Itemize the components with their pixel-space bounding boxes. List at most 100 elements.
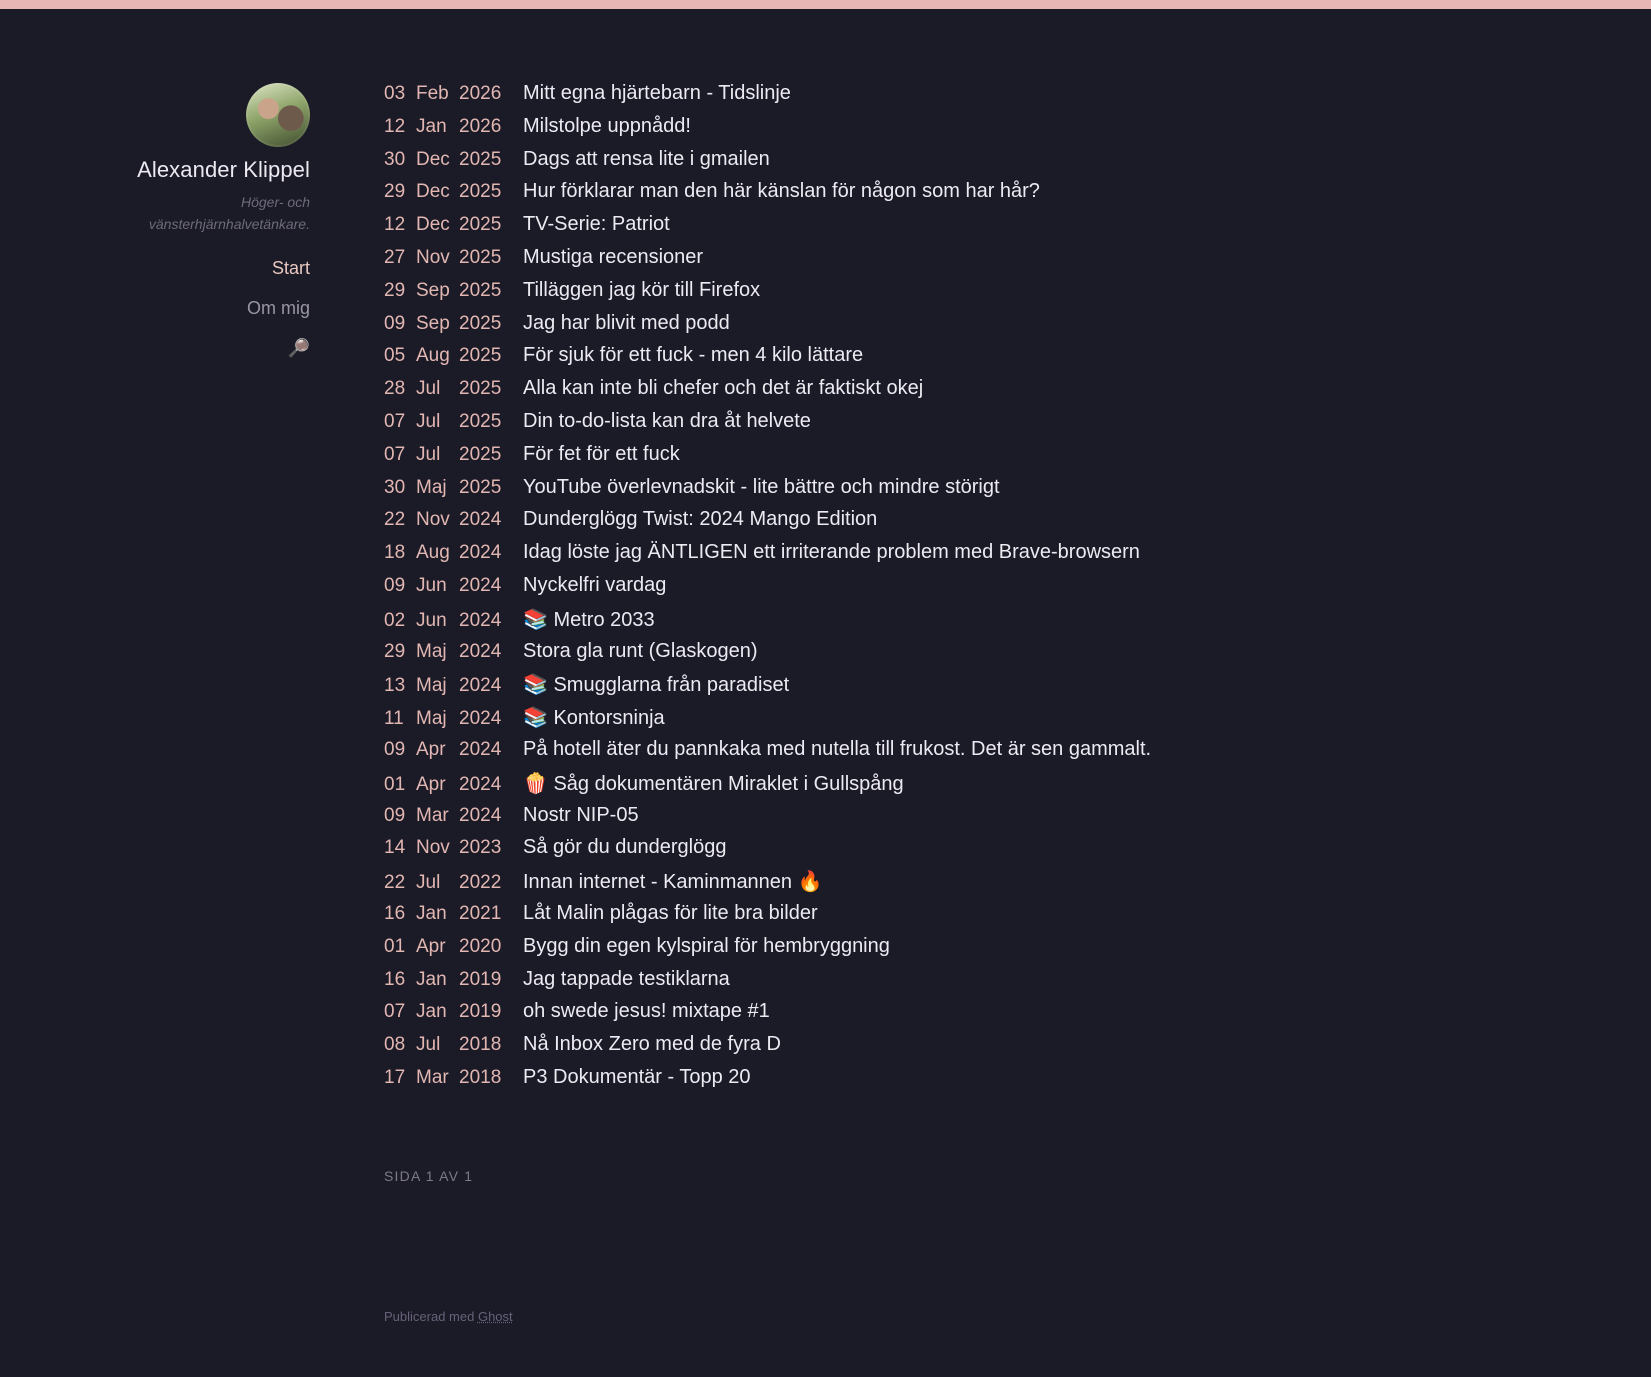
post-title-link[interactable]: För sjuk för ett fuck - men 4 kilo lätta… bbox=[523, 344, 863, 367]
post-title-link[interactable]: 📚 Metro 2033 bbox=[523, 607, 655, 632]
post-title-link[interactable]: Nå Inbox Zero med de fyra D bbox=[523, 1033, 781, 1056]
post-row[interactable]: 28 Jul 2025 Alla kan inte bli chefer och de… bbox=[384, 377, 1584, 410]
post-title-link[interactable]: YouTube överlevnadskit - lite bättre och… bbox=[523, 476, 1000, 499]
post-row[interactable]: 16 Jan 2021 Låt Malin plågas för lite bra b… bbox=[384, 902, 1584, 935]
post-date-month: Feb bbox=[416, 83, 449, 104]
post-title-link[interactable]: Dags att rensa lite i gmailen bbox=[523, 148, 770, 171]
post-row[interactable]: 29 Sep 2025 Tilläggen jag kör till Firefox bbox=[384, 279, 1584, 312]
post-date-year: 2018 bbox=[459, 1066, 502, 1088]
post-title-link[interactable]: Nyckelfri vardag bbox=[523, 574, 666, 597]
post-date-day: 12 bbox=[384, 214, 406, 236]
search-icon[interactable]: 🔎 bbox=[288, 337, 310, 359]
post-row[interactable]: 05 Aug 2025 För sjuk för ett fuck - men 4 k… bbox=[384, 344, 1584, 377]
footer-prefix: Publicerad med bbox=[384, 1309, 478, 1324]
post-row[interactable]: 12 Jan 2026 Milstolpe uppnådd! bbox=[384, 115, 1584, 148]
post-row[interactable]: 08 Jul 2018 Nå Inbox Zero med de fyra D bbox=[384, 1033, 1584, 1066]
post-row[interactable]: 01 Apr 2024 🍿 Såg dokumentären Miraklet i G… bbox=[384, 771, 1584, 804]
post-date-day: 05 bbox=[384, 345, 406, 367]
post-row[interactable]: 12 Dec 2025 TV-Serie: Patriot bbox=[384, 213, 1584, 246]
post-date-day: 27 bbox=[384, 246, 406, 268]
post-date-year: 2024 bbox=[459, 542, 502, 564]
post-date-year: 2019 bbox=[459, 1001, 502, 1023]
post-title-link[interactable]: Mitt egna hjärtebarn - Tidslinje bbox=[523, 82, 791, 105]
post-date-day: 22 bbox=[384, 872, 406, 894]
post-title-link[interactable]: Alla kan inte bli chefer och det är fakt… bbox=[523, 377, 923, 400]
post-row[interactable]: 09 Jun 2024 Nyckelfri vardag bbox=[384, 574, 1584, 607]
post-date-year: 2026 bbox=[459, 83, 502, 104]
post-date-day: 16 bbox=[384, 968, 406, 990]
post-title-link[interactable]: Så gör du dunderglögg bbox=[523, 836, 727, 859]
post-date-year: 2024 bbox=[459, 640, 502, 662]
post-date-year: 2025 bbox=[459, 246, 502, 268]
post-row[interactable]: 16 Jan 2019 Jag tappade testiklarna bbox=[384, 968, 1584, 1001]
post-date-year: 2024 bbox=[459, 804, 502, 826]
post-row[interactable]: 30 Maj 2025 YouTube överlevnadskit - lite b… bbox=[384, 476, 1584, 509]
post-row[interactable]: 09 Apr 2024 På hotell äter du pannkaka med … bbox=[384, 738, 1584, 771]
post-title-link[interactable]: Stora gla runt (Glaskogen) bbox=[523, 640, 758, 663]
post-title-link[interactable]: 📚 Kontorsninja bbox=[523, 705, 665, 730]
post-row[interactable]: 11 Maj 2024 📚 Kontorsninja bbox=[384, 705, 1584, 738]
post-title-link[interactable]: Idag löste jag ÄNTLIGEN ett irriterande … bbox=[523, 541, 1140, 564]
post-row[interactable]: 09 Mar 2024 Nostr NIP-05 bbox=[384, 804, 1584, 837]
post-title-link[interactable]: Milstolpe uppnådd! bbox=[523, 115, 691, 138]
post-date-day: 07 bbox=[384, 443, 406, 465]
post-row[interactable]: 02 Jun 2024 📚 Metro 2033 bbox=[384, 607, 1584, 640]
post-title-link[interactable]: 📚 Smugglarna från paradiset bbox=[523, 672, 789, 697]
post-row[interactable]: 13 Maj 2024 📚 Smugglarna från paradiset bbox=[384, 672, 1584, 705]
post-row[interactable]: 07 Jul 2025 Din to-do-lista kan dra åt helv… bbox=[384, 410, 1584, 443]
nav-item-start[interactable]: Start bbox=[100, 257, 310, 279]
post-row[interactable]: 18 Aug 2024 Idag löste jag ÄNTLIGEN ett irr… bbox=[384, 541, 1584, 574]
post-date-month: Sep bbox=[416, 279, 450, 301]
post-title-link[interactable]: Jag tappade testiklarna bbox=[523, 968, 730, 991]
post-title-link[interactable]: Innan internet - Kaminmannen 🔥 bbox=[523, 869, 823, 894]
post-title-link[interactable]: P3 Dokumentär - Topp 20 bbox=[523, 1066, 751, 1089]
post-row[interactable]: 29 Dec 2025 Hur förklarar man den här känsl… bbox=[384, 180, 1584, 213]
post-title-link[interactable]: Hur förklarar man den här känslan för nå… bbox=[523, 180, 1040, 203]
post-row[interactable]: 30 Dec 2025 Dags att rensa lite i gmailen bbox=[384, 148, 1584, 181]
post-date-year: 2025 bbox=[459, 214, 502, 236]
post-title-link[interactable]: Din to-do-lista kan dra åt helvete bbox=[523, 410, 811, 433]
author-name[interactable]: Alexander Klippel bbox=[100, 157, 310, 183]
post-row[interactable]: 07 Jul 2025 För fet för ett fuck bbox=[384, 443, 1584, 476]
post-title-link[interactable]: 🍿 Såg dokumentären Miraklet i Gullspång bbox=[523, 771, 904, 796]
post-date-year: 2020 bbox=[459, 935, 502, 957]
avatar[interactable] bbox=[246, 83, 310, 147]
post-row[interactable]: 09 Sep 2025 Jag har blivit med podd bbox=[384, 312, 1584, 345]
post-row[interactable]: 22 Nov 2024 Dunderglögg Twist: 2024 Mango E… bbox=[384, 508, 1584, 541]
post-date-day: 09 bbox=[384, 312, 406, 334]
post-title-link[interactable]: Jag har blivit med podd bbox=[523, 312, 730, 335]
post-row[interactable]: 01 Apr 2020 Bygg din egen kylspiral för hem… bbox=[384, 935, 1584, 968]
post-row[interactable]: 29 Maj 2024 Stora gla runt (Glaskogen) bbox=[384, 640, 1584, 673]
post-date-year: 2021 bbox=[459, 902, 502, 924]
post-date-year: 2024 bbox=[459, 773, 502, 795]
post-row[interactable]: 03 Feb 2026 Mitt egna hjärtebarn - Tidslinj… bbox=[384, 82, 1584, 115]
post-date-year: 2024 bbox=[459, 509, 502, 531]
post-title-link[interactable]: På hotell äter du pannkaka med nutella t… bbox=[523, 738, 1151, 761]
post-title-link[interactable]: Mustiga recensioner bbox=[523, 246, 703, 269]
post-row[interactable]: 07 Jan 2019 oh swede jesus! mixtape #1 bbox=[384, 1000, 1584, 1033]
nav-item-om-mig[interactable]: Om mig bbox=[100, 297, 310, 319]
post-title-link[interactable]: oh swede jesus! mixtape #1 bbox=[523, 1000, 770, 1023]
post-title-link[interactable]: Nostr NIP-05 bbox=[523, 804, 639, 827]
post-row[interactable]: 14 Nov 2023 Så gör du dunderglögg bbox=[384, 836, 1584, 869]
post-title-link[interactable]: TV-Serie: Patriot bbox=[523, 213, 670, 236]
post-row[interactable]: 27 Nov 2025 Mustiga recensioner bbox=[384, 246, 1584, 279]
ghost-link[interactable]: Ghost bbox=[478, 1309, 513, 1324]
post-date-month: Aug bbox=[416, 542, 450, 564]
post-title-link[interactable]: Dunderglögg Twist: 2024 Mango Edition bbox=[523, 508, 877, 531]
post-title-link[interactable]: Bygg din egen kylspiral för hembryggning bbox=[523, 935, 890, 958]
post-date-year: 2025 bbox=[459, 148, 502, 170]
post-row[interactable]: 17 Mar 2018 P3 Dokumentär - Topp 20 bbox=[384, 1066, 1584, 1099]
post-date-year: 2025 bbox=[459, 345, 502, 367]
post-date-month: Jan bbox=[416, 115, 447, 137]
post-date-year: 2024 bbox=[459, 675, 502, 697]
post-title-link[interactable]: För fet för ett fuck bbox=[523, 443, 680, 466]
post-date-month: Jul bbox=[416, 1034, 441, 1056]
post-title-link[interactable]: Tilläggen jag kör till Firefox bbox=[523, 279, 760, 302]
post-row[interactable]: 22 Jul 2022 Innan internet - Kaminmannen 🔥 bbox=[384, 869, 1584, 902]
post-date-year: 2025 bbox=[459, 410, 502, 432]
post-date-day: 14 bbox=[384, 837, 406, 859]
post-date-day: 07 bbox=[384, 410, 406, 432]
post-date-year: 2025 bbox=[459, 312, 502, 334]
post-title-link[interactable]: Låt Malin plågas för lite bra bilder bbox=[523, 902, 818, 925]
